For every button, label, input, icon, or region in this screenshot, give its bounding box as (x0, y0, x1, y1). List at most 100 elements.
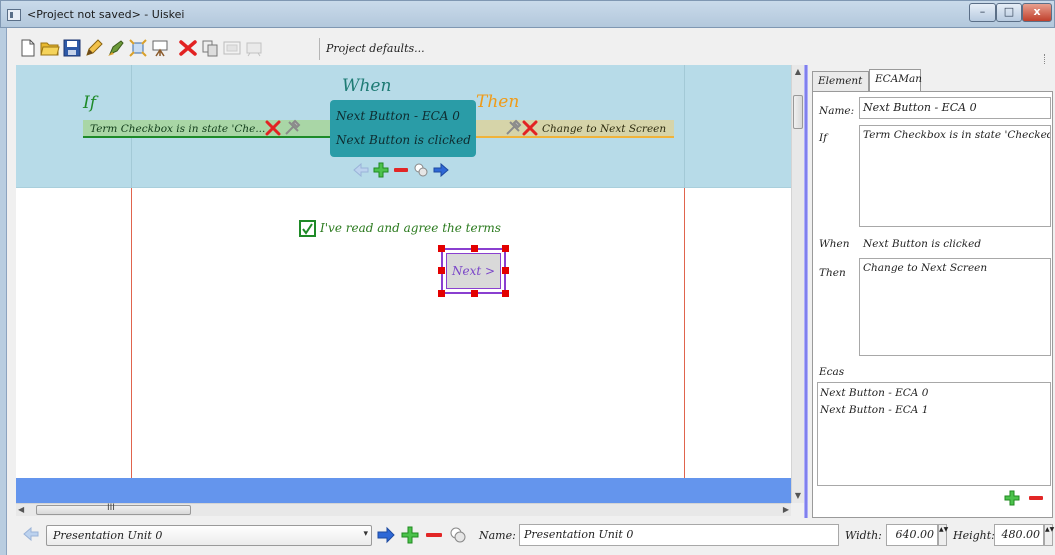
ecas-label: Ecas (819, 366, 845, 378)
tab-ecaman[interactable]: ECAMan (869, 69, 922, 92)
delete-icon[interactable] (178, 38, 198, 58)
remove-eca-icon[interactable] (1027, 489, 1045, 507)
band-guide-right (684, 65, 685, 188)
open-folder-icon[interactable] (40, 38, 60, 58)
when-label: When (819, 238, 850, 250)
chevron-down-icon[interactable]: ▾ (363, 529, 368, 539)
toolbar: Project defaults... (16, 34, 1052, 64)
name-label: Name: (819, 105, 855, 117)
eca-name-input[interactable]: Next Button - ECA 0 (859, 97, 1051, 119)
previous-unit-arrow-icon[interactable] (22, 526, 40, 542)
remove-unit-icon[interactable] (424, 525, 444, 545)
eca-then-action[interactable]: Change to Next Screen (476, 119, 674, 138)
next-eca-arrow-icon[interactable] (432, 161, 450, 179)
screen-guide-left (131, 188, 132, 478)
next-unit-arrow-icon[interactable] (376, 525, 396, 545)
edit-brush-icon[interactable] (106, 38, 126, 58)
presentation-unit-select-value: Presentation Unit 0 (53, 529, 163, 542)
terms-checkbox-label: I've read and agree the terms (320, 221, 501, 235)
next-button-label: Next > (446, 253, 501, 289)
toolbar-overflow-grip[interactable] (1044, 54, 1050, 64)
width-input[interactable]: 640.00 (886, 524, 938, 546)
screen-capture-icon[interactable] (222, 38, 242, 58)
eca-if-heading: If (83, 93, 97, 113)
eca-then-heading: Then (476, 92, 520, 112)
resize-handle[interactable] (502, 267, 509, 274)
save-icon[interactable] (62, 38, 82, 58)
eca-when-event: Next Button is clicked (336, 133, 471, 147)
remove-eca-icon[interactable] (392, 161, 410, 179)
copy-icon[interactable] (200, 38, 220, 58)
height-spinner[interactable]: ▲▼ (1044, 524, 1054, 546)
canvas-bottom-band (16, 478, 791, 503)
resize-handle[interactable] (502, 290, 509, 297)
pencil-icon[interactable] (84, 38, 104, 58)
panel-splitter[interactable] (804, 65, 808, 518)
next-button[interactable]: Next > (438, 245, 509, 297)
width-label: Width: (845, 529, 882, 542)
copy-unit-icon[interactable] (448, 525, 468, 545)
ecas-list[interactable]: Next Button - ECA 0 Next Button - ECA 1 (817, 382, 1051, 486)
resize-handle[interactable] (438, 290, 445, 297)
height-label: Height: (953, 529, 995, 542)
copy-eca-icon[interactable] (412, 161, 430, 179)
width-spinner[interactable]: ▲▼ (938, 524, 948, 546)
eca-band: If When Then Term Checkbox is in state '… (16, 65, 791, 188)
tab-element[interactable]: Element (812, 71, 869, 92)
scroll-up-arrow-icon[interactable]: ▲ (792, 65, 804, 79)
then-label: Then (819, 267, 846, 279)
resize-handle[interactable] (471, 290, 478, 297)
scroll-left-arrow-icon[interactable]: ◀ (18, 504, 30, 516)
add-eca-icon[interactable] (372, 161, 390, 179)
tools-icon[interactable] (504, 119, 522, 137)
app-icon[interactable] (7, 9, 21, 21)
eca-when-heading: When (342, 76, 392, 96)
when-value: Next Button is clicked (863, 238, 982, 250)
easel-icon[interactable] (150, 38, 170, 58)
eca-if-condition[interactable]: Term Checkbox is in state 'Che... (83, 119, 330, 138)
scroll-right-arrow-icon[interactable]: ▶ (777, 504, 789, 516)
then-action-textarea[interactable]: Change to Next Screen (859, 258, 1051, 356)
resize-handle[interactable] (471, 245, 478, 252)
bottom-bar: Presentation Unit 0 ▾ Name: Presentation… (16, 518, 1054, 555)
if-condition-textarea[interactable]: Term Checkbox is in state 'Checked' (859, 125, 1051, 227)
vertical-scrollbar[interactable]: ▲ ▼ (791, 65, 804, 503)
delete-condition-icon[interactable] (265, 119, 281, 137)
resize-icon[interactable] (128, 38, 148, 58)
new-file-icon[interactable] (18, 38, 38, 58)
list-item[interactable]: Next Button - ECA 0 (820, 385, 1048, 402)
horizontal-scrollbar[interactable]: ◀ III ▶ (16, 503, 791, 516)
presentation-unit-select[interactable]: Presentation Unit 0 ▾ (46, 525, 372, 546)
title-bar: <Project not saved> - Uiskei – □ x (0, 0, 1055, 28)
design-canvas[interactable]: If When Then Term Checkbox is in state '… (16, 65, 791, 503)
if-label: If (819, 132, 828, 144)
scroll-down-arrow-icon[interactable]: ▼ (792, 489, 804, 503)
project-defaults-button[interactable]: Project defaults... (326, 42, 425, 55)
eca-if-condition-text: Term Checkbox is in state 'Che... (90, 123, 266, 135)
maximize-button[interactable]: □ (996, 3, 1022, 22)
scroll-grip: III (107, 503, 115, 513)
resize-handle[interactable] (502, 245, 509, 252)
eca-navigation-bar (352, 161, 462, 181)
horizontal-scroll-thumb[interactable]: III (36, 503, 191, 515)
previous-eca-arrow-icon[interactable] (352, 161, 370, 179)
minimize-button[interactable]: – (969, 3, 996, 22)
eca-when-name: Next Button - ECA 0 (336, 109, 460, 123)
add-eca-icon[interactable] (1003, 489, 1021, 507)
delete-action-icon[interactable] (522, 119, 538, 137)
add-unit-icon[interactable] (400, 525, 420, 545)
eca-when-box[interactable]: Next Button - ECA 0 Next Button is click… (330, 100, 476, 157)
presentation-icon[interactable] (244, 38, 264, 58)
checkmark-icon (302, 223, 313, 235)
tools-icon[interactable] (283, 119, 301, 137)
height-input[interactable]: 480.00 (994, 524, 1044, 546)
eca-then-action-text: Change to Next Screen (542, 123, 667, 135)
close-button[interactable]: x (1022, 3, 1052, 22)
list-item[interactable]: Next Button - ECA 1 (820, 402, 1048, 419)
screen-guide-right (684, 188, 685, 478)
resize-handle[interactable] (438, 245, 445, 252)
unit-name-input[interactable]: Presentation Unit 0 (519, 524, 839, 546)
vertical-scroll-thumb[interactable] (793, 95, 803, 129)
terms-checkbox[interactable] (299, 220, 316, 237)
resize-handle[interactable] (438, 267, 445, 274)
